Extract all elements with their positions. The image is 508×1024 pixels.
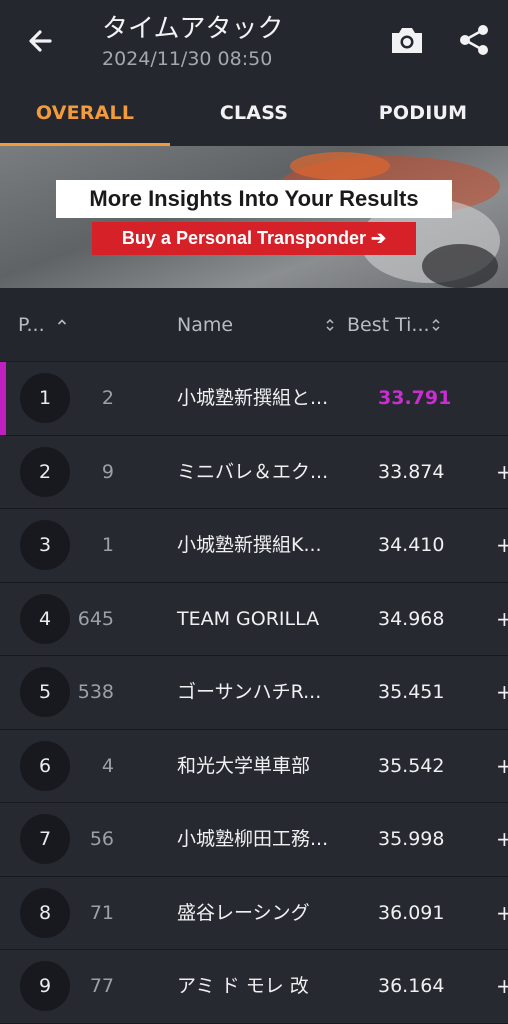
- position-badge: 8: [20, 887, 70, 938]
- team-name: 小城塾柳田工務...: [177, 828, 329, 850]
- page-title: タイムアタック: [102, 14, 284, 44]
- result-row[interactable]: 5 538 ゴーサンハチR... 35.451 +: [0, 656, 508, 730]
- tab-podium[interactable]: PODIUM: [338, 88, 508, 146]
- position-badge: 9: [20, 961, 70, 1011]
- team-name: 和光大学単車部: [177, 754, 311, 777]
- name-column-header[interactable]: Name: [177, 288, 233, 362]
- position-badge: 4: [20, 593, 70, 644]
- promo-banner[interactable]: More Insights Into Your Results Buy a Pe…: [0, 146, 508, 288]
- best-time: 33.874: [378, 460, 445, 483]
- team-name: 盛谷レーシング: [177, 901, 310, 924]
- results-list: 1 2 小城塾新撰組と... 33.791 2 9 ミニバレ＆エク... 33.…: [0, 362, 508, 1024]
- banner-headline: More Insights Into Your Results: [56, 180, 452, 218]
- buy-transponder-button[interactable]: Buy a Personal Transponder ➔: [92, 222, 416, 255]
- arrow-back-icon[interactable]: [20, 22, 60, 62]
- result-row[interactable]: 8 71 盛谷レーシング 36.091 +: [0, 876, 508, 950]
- position-badge: 1: [20, 373, 70, 423]
- more-columns-indicator: +: [496, 974, 508, 998]
- kart-number: 9: [101, 460, 114, 483]
- kart-number: 71: [89, 901, 114, 924]
- result-row[interactable]: 2 9 ミニバレ＆エク... 33.874 +: [0, 435, 508, 509]
- team-name: 小城塾新撰組K...: [177, 534, 322, 556]
- team-name: アミ ド モレ 改: [177, 975, 309, 997]
- best-time: 36.091: [378, 901, 445, 924]
- results-column-header: P... Name Best Ti...: [0, 288, 508, 362]
- best-time: 36.164: [378, 975, 445, 997]
- tab-class[interactable]: CLASS: [170, 88, 338, 146]
- team-name: 小城塾新撰組と...: [177, 387, 329, 409]
- fastest-lap-marker: [0, 362, 6, 435]
- team-name: ミニバレ＆エク...: [177, 460, 329, 483]
- kart-number: 2: [101, 387, 114, 409]
- kart-number: 56: [89, 828, 114, 850]
- more-columns-indicator: +: [496, 827, 508, 851]
- share-icon[interactable]: [456, 22, 492, 58]
- best-time: 34.410: [378, 534, 445, 556]
- app-header: タイムアタック 2024/11/30 08:50: [0, 0, 508, 88]
- sort-icon[interactable]: [431, 318, 441, 332]
- camera-icon[interactable]: [388, 22, 426, 58]
- tab-overall[interactable]: OVERALL: [0, 88, 170, 146]
- more-columns-indicator: +: [496, 680, 508, 704]
- position-badge: 2: [20, 446, 70, 497]
- more-columns-indicator: +: [496, 533, 508, 557]
- best-time-column-header[interactable]: Best Ti...: [347, 288, 430, 362]
- position-badge: 6: [20, 740, 70, 791]
- kart-number: 645: [77, 607, 114, 630]
- position-column-header[interactable]: P...: [18, 288, 45, 362]
- result-row[interactable]: 7 56 小城塾柳田工務... 35.998 +: [0, 803, 508, 877]
- result-row[interactable]: 4 645 TEAM GORILLA 34.968 +: [0, 582, 508, 656]
- result-row[interactable]: 9 77 アミ ド モレ 改 36.164 +: [0, 950, 508, 1024]
- position-badge: 7: [20, 814, 70, 864]
- more-columns-indicator: +: [496, 606, 508, 631]
- kart-number: 77: [89, 975, 114, 997]
- position-badge: 5: [20, 667, 70, 717]
- result-row[interactable]: 3 1 小城塾新撰組K... 34.410 +: [0, 509, 508, 583]
- session-datetime: 2024/11/30 08:50: [102, 48, 273, 70]
- result-row[interactable]: 6 4 和光大学単車部 35.542 +: [0, 729, 508, 803]
- best-time: 35.542: [378, 754, 445, 777]
- best-time: 35.451: [378, 681, 445, 703]
- result-row[interactable]: 1 2 小城塾新撰組と... 33.791: [0, 362, 508, 436]
- more-columns-indicator: +: [496, 900, 508, 925]
- sort-icon[interactable]: [325, 318, 335, 332]
- more-columns-indicator: +: [496, 459, 508, 484]
- best-time: 33.791: [378, 387, 452, 409]
- best-time: 34.968: [378, 607, 445, 630]
- best-time: 35.998: [378, 828, 445, 850]
- kart-number: 4: [101, 754, 114, 777]
- tab-bar: OVERALL CLASS PODIUM: [0, 88, 508, 146]
- sort-asc-icon[interactable]: [57, 318, 67, 332]
- position-badge: 3: [20, 520, 70, 570]
- kart-number: 1: [101, 534, 114, 556]
- team-name: ゴーサンハチR...: [177, 681, 322, 703]
- team-name: TEAM GORILLA: [177, 607, 320, 630]
- more-columns-indicator: +: [496, 753, 508, 778]
- kart-number: 538: [77, 681, 114, 703]
